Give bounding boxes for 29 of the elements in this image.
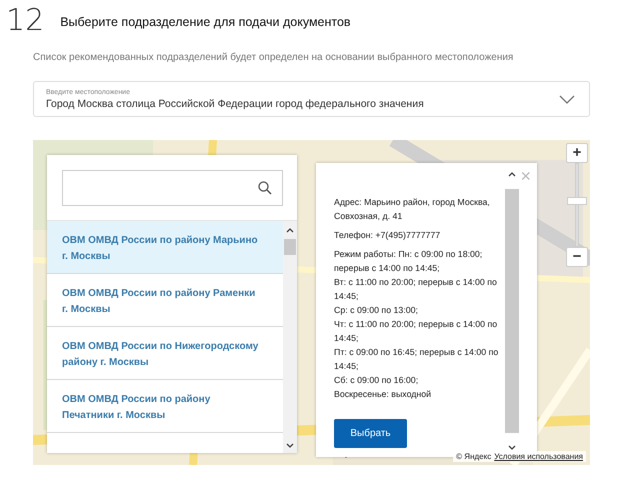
caret-up-icon[interactable] bbox=[508, 171, 516, 177]
hint-text: Список рекомендованных подразделений будет определен на основании выбранного местоположения bbox=[33, 52, 514, 63]
hours-text: Чт: с 11:00 по 20:00; перерыв с 14:00 по 14:45; bbox=[334, 318, 498, 345]
step-number: 12 bbox=[6, 2, 44, 38]
copyright-text: © Яндекс bbox=[456, 452, 492, 461]
chevron-down-icon bbox=[559, 94, 575, 104]
scrollbar[interactable] bbox=[283, 221, 297, 453]
office-list-item[interactable]: ОВМ ОМВД России по району Марьино г. Москвы bbox=[47, 221, 283, 274]
terms-link[interactable]: Условия использования bbox=[494, 452, 583, 461]
caret-down-icon[interactable] bbox=[508, 445, 516, 451]
hours-text: Режим работы: Пн: с 09:00 по 18:00; перерыв с 14:00 по 14:45; bbox=[334, 248, 484, 275]
address-text: Адрес: Марьино район, город Москва, Совхозная, д. 41 bbox=[334, 196, 491, 223]
zoom-out-button[interactable]: − bbox=[566, 247, 588, 267]
select-button[interactable]: Выбрать bbox=[334, 419, 407, 448]
caret-up-icon[interactable] bbox=[286, 227, 294, 233]
search-field[interactable] bbox=[62, 170, 283, 206]
scrollbar-thumb[interactable] bbox=[284, 239, 296, 255]
hours-text: Ср: с 09:00 по 13:00; bbox=[334, 304, 419, 317]
hours-text: Воскресенье: выходной bbox=[334, 388, 432, 401]
step-title: Выберите подразделение для подачи документов bbox=[60, 15, 351, 29]
zoom-in-button[interactable]: + bbox=[566, 143, 588, 163]
zoom-slider[interactable] bbox=[567, 163, 587, 247]
hours-text: Сб: с 09:00 по 16:00; bbox=[334, 374, 420, 387]
caret-down-icon[interactable] bbox=[286, 443, 294, 449]
field-value: Город Москва столица Российской Федерации город федерального значения bbox=[46, 98, 425, 110]
hours-text: Пт: с 09:00 по 16:45; перерыв с 14:00 по 14:45; bbox=[334, 346, 500, 373]
hours-text: Вт: с 11:00 по 20:00; перерыв с 14:00 по 14:45; bbox=[334, 276, 498, 303]
phone-text: Телефон: +7(495)7777777 bbox=[334, 229, 442, 242]
search-icon bbox=[258, 181, 272, 195]
